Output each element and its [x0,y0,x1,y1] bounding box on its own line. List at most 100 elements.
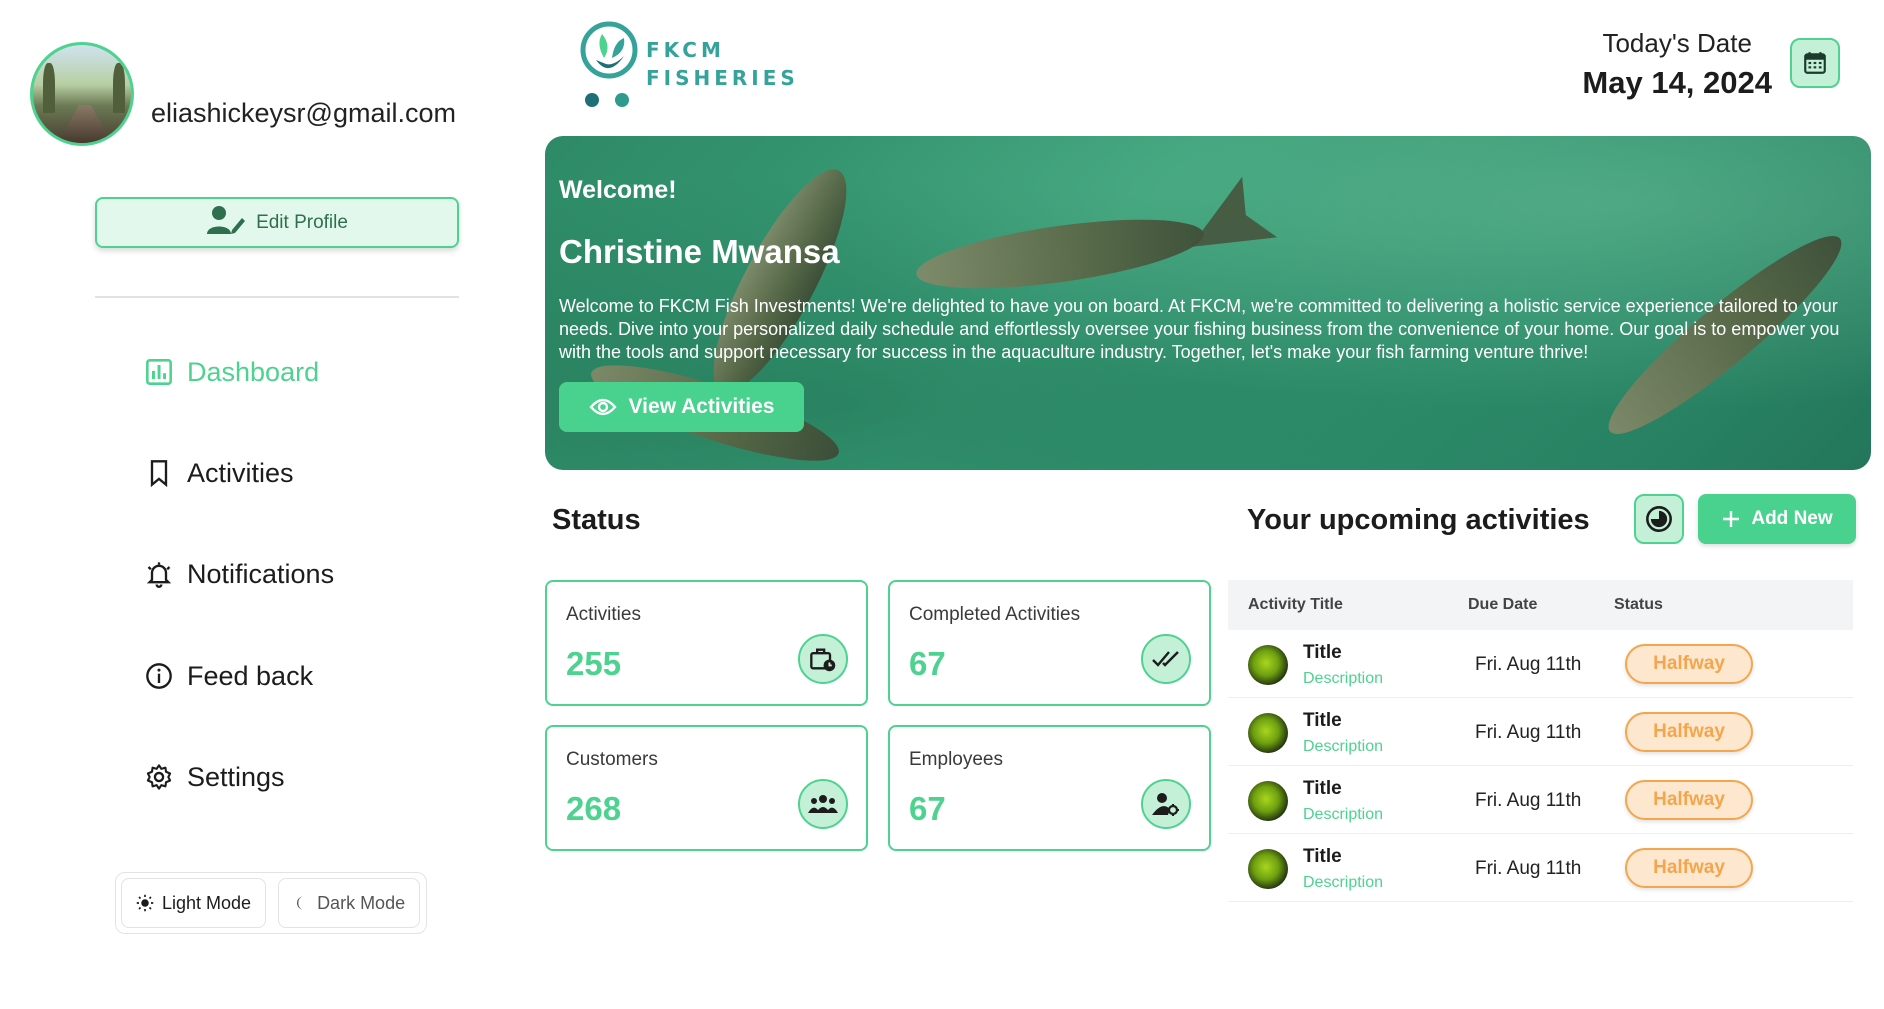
edit-profile-label: Edit Profile [256,211,348,233]
add-new-button[interactable]: Add New [1698,494,1856,544]
calendar-icon [1804,52,1826,74]
stat-card-employees[interactable]: Employees 67 [888,725,1211,851]
column-header: Activity Title [1248,596,1343,613]
stat-label: Activities [566,604,641,625]
logo-line-2: FISHERIES [646,66,799,90]
status-badge: Halfway [1625,780,1753,820]
stat-card-customers[interactable]: Customers 268 [545,725,868,851]
timer-button[interactable] [1634,494,1684,544]
sidebar-item-label: Feed back [187,660,314,691]
sun-icon [136,894,154,912]
double-check-icon [1141,634,1191,684]
logo-line-1: FKCM [646,38,725,62]
dark-mode-button[interactable]: Dark Mode [278,878,421,928]
stat-card-activities[interactable]: Activities 255 [545,580,868,706]
sidebar-item-activities[interactable]: Activities [145,453,294,493]
user-edit-icon [206,204,246,242]
table-header: Activity Title Due Date Status [1228,580,1853,630]
activity-thumbnail [1248,781,1288,821]
sidebar-item-label: Notifications [187,558,335,589]
welcome-heading: Welcome! [559,176,677,204]
date-label: Today's Date [1602,28,1752,58]
avatar-tree [113,63,125,113]
stat-value: 67 [909,790,946,827]
stat-label: Completed Activities [909,604,1081,625]
gear-icon [146,764,172,790]
activity-description: Description [1303,806,1384,823]
activity-description: Description [1303,874,1384,891]
plus-icon [1723,511,1740,527]
activity-title: Title [1303,846,1342,867]
table-row[interactable]: Title Description Fri. Aug 11th Halfway [1228,834,1853,902]
avatar-tree [43,63,55,113]
activity-thumbnail [1248,713,1288,753]
status-badge: Halfway [1625,712,1753,752]
add-new-label: Add New [1751,508,1833,529]
briefcase-clock-icon [798,634,848,684]
user-name: Christine Mwansa [559,233,840,270]
dashboard-page: eliashickeysr@gmail.com Edit Profile Das… [0,0,1884,1009]
activities-table: Activity Title Due Date Status Title Des… [1228,580,1853,902]
light-mode-button[interactable]: Light Mode [121,878,267,928]
sidebar: eliashickeysr@gmail.com Edit Profile Das… [0,0,520,1009]
fkcm-logo[interactable]: FKCM FISHERIES [578,20,798,112]
logo-emblem-icon [580,21,638,107]
activity-thumbnail [1248,645,1288,685]
logo-text: FKCM FISHERIES [646,36,799,92]
upcoming-title: Your upcoming activities [1247,504,1590,536]
activity-title: Title [1303,642,1342,663]
info-icon [146,663,172,689]
welcome-banner: Welcome! Christine Mwansa Welcome to FKC… [545,136,1871,470]
table-row[interactable]: Title Description Fri. Aug 11th Halfway [1228,766,1853,834]
light-mode-label: Light Mode [162,892,252,913]
dark-mode-label: Dark Mode [317,892,406,913]
date-value: May 14, 2024 [1582,65,1772,100]
sidebar-item-label: Dashboard [187,356,320,387]
user-gear-icon [1141,779,1191,829]
activity-thumbnail [1248,849,1288,889]
avatar[interactable] [30,42,134,146]
sidebar-divider [95,296,459,298]
activity-title: Title [1303,778,1342,799]
calendar-button[interactable] [1790,38,1840,88]
stat-label: Employees [909,749,1003,770]
status-badge: Halfway [1625,848,1753,888]
sidebar-item-notifications[interactable]: Notifications [145,554,334,594]
theme-toggle: Light Mode Dark Mode [115,872,427,934]
sidebar-item-label: Settings [187,761,285,792]
activity-title: Title [1303,710,1342,731]
stat-value: 255 [566,645,622,682]
banner-content: Welcome! Christine Mwansa Welcome to FKC… [559,176,1857,364]
table-row[interactable]: Title Description Fri. Aug 11th Halfway [1228,698,1853,766]
sidebar-item-label: Activities [187,457,294,488]
stat-card-completed[interactable]: Completed Activities 67 [888,580,1211,706]
sidebar-item-settings[interactable]: Settings [145,757,285,797]
sidebar-item-feedback[interactable]: Feed back [145,656,313,696]
view-activities-label: View Activities [628,395,775,418]
eye-icon [588,398,617,416]
today-date: Today's Date May 14, 2024 [1582,28,1772,101]
sidebar-item-dashboard[interactable]: Dashboard [145,352,319,392]
column-header: Status [1614,596,1663,613]
status-badge: Halfway [1625,644,1753,684]
group-icon [798,779,848,829]
moon-icon [297,896,304,910]
activity-due-date: Fri. Aug 11th [1475,858,1582,879]
column-header: Due Date [1468,596,1538,613]
user-email: eliashickeysr@gmail.com [151,98,456,128]
status-title: Status [552,504,641,536]
edit-profile-button[interactable]: Edit Profile [95,197,459,248]
view-activities-button[interactable]: View Activities [559,382,804,432]
activity-due-date: Fri. Aug 11th [1475,654,1582,675]
bookmark-icon [150,460,168,487]
timer-icon [1646,506,1672,532]
activity-description: Description [1303,670,1384,687]
stat-value: 268 [566,790,622,827]
activity-due-date: Fri. Aug 11th [1475,790,1582,811]
avatar-rail [55,105,115,143]
bell-icon [146,562,172,588]
activity-due-date: Fri. Aug 11th [1475,722,1582,743]
activity-description: Description [1303,738,1384,755]
welcome-text: Welcome to FKCM Fish Investments! We're … [559,296,1840,362]
table-row[interactable]: Title Description Fri. Aug 11th Halfway [1228,630,1853,698]
